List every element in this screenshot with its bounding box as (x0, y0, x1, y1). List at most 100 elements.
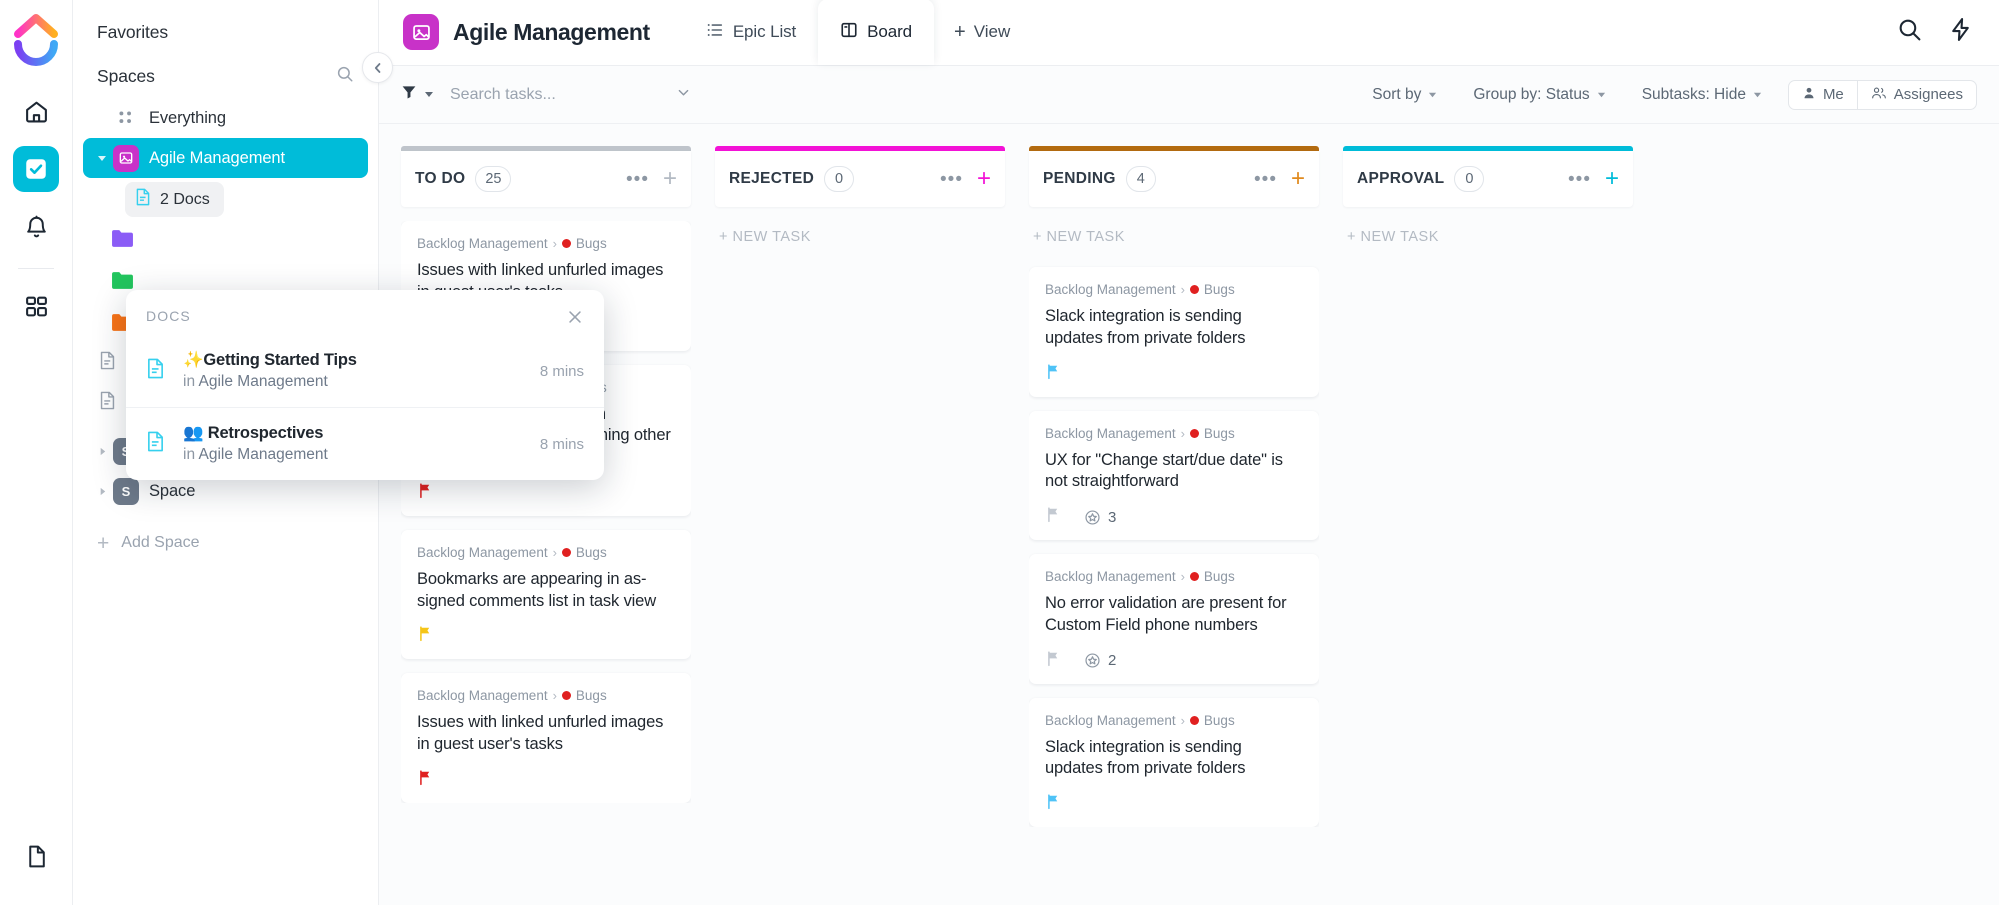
tab-epic-list[interactable]: Epic List (684, 0, 818, 65)
breadcrumb-parent[interactable]: Backlog Management (1045, 282, 1176, 297)
priority-flag-icon[interactable] (417, 769, 434, 791)
rail-item-notifications[interactable] (13, 204, 59, 250)
docs-popup-item-location-prefix: in (183, 373, 195, 390)
breadcrumb-parent[interactable]: Backlog Management (1045, 569, 1176, 584)
breadcrumb-separator: › (1181, 569, 1185, 584)
priority-flag-icon[interactable] (1045, 793, 1062, 815)
sidebar-item-everything[interactable]: Everything (83, 98, 368, 138)
add-space-button[interactable]: + Add Space (73, 521, 378, 565)
column-more-icon[interactable]: ••• (1254, 170, 1277, 189)
folder-purple-icon (111, 229, 134, 248)
priority-flag-icon[interactable] (1045, 363, 1062, 385)
clickup-logo[interactable] (13, 14, 59, 66)
task-title: No error validation are present for Cust… (1045, 593, 1303, 637)
rail-item-dashboards[interactable] (13, 283, 59, 329)
sort-by-button[interactable]: Sort by (1354, 86, 1455, 104)
docs-popup-item[interactable]: 👥 Retrospectivesin Agile Management8 min… (126, 407, 604, 480)
card-meta (1045, 365, 1303, 383)
task-card[interactable]: Backlog Management›BugsIssues with linke… (401, 673, 691, 803)
column-more-icon[interactable]: ••• (626, 170, 649, 189)
board-column: PENDING4•••++ NEW TASKBacklog Management… (1029, 146, 1319, 905)
add-task-icon[interactable]: + (1605, 167, 1619, 191)
new-task-button[interactable]: + NEW TASK (1029, 221, 1319, 253)
sidebar-favorites-header[interactable]: Favorites (73, 10, 378, 54)
breadcrumb-child[interactable]: Bugs (1204, 426, 1235, 441)
add-task-icon[interactable]: + (1291, 167, 1305, 191)
docs-popup-item[interactable]: ✨Getting Started Tipsin Agile Management… (126, 335, 604, 407)
column-header: PENDING4•••+ (1029, 151, 1319, 207)
subtasks-button[interactable]: Subtasks: Hide (1624, 86, 1780, 104)
chevron-down-icon[interactable] (676, 85, 691, 105)
sidebar-item-label: Agile Management (149, 149, 285, 168)
breadcrumb: Backlog Management›Bugs (417, 688, 675, 703)
card-meta: 3 (1045, 508, 1303, 526)
breadcrumb: Backlog Management›Bugs (417, 545, 675, 560)
space-expand-caret[interactable] (95, 487, 109, 496)
search-icon[interactable] (336, 65, 354, 88)
column-title: REJECTED (729, 170, 814, 188)
new-task-button[interactable]: + NEW TASK (715, 221, 1005, 253)
new-task-button[interactable]: + NEW TASK (1343, 221, 1633, 253)
assignees-filter-button[interactable]: Assignees (1857, 80, 1976, 110)
docs-popup-item-location: Agile Management (199, 446, 328, 463)
docs-chip-button[interactable]: 2 Docs (125, 182, 224, 217)
breadcrumb-child[interactable]: Bugs (1204, 282, 1235, 297)
task-card[interactable]: Backlog Management›BugsSlack integration… (1029, 698, 1319, 828)
priority-flag-icon[interactable] (417, 625, 434, 647)
task-card[interactable]: Backlog Management›BugsBookmarks are app… (401, 530, 691, 660)
subtasks-label: Subtasks: Hide (1642, 86, 1746, 104)
column-count: 4 (1126, 166, 1156, 192)
task-card[interactable]: Backlog Management › Bugs No error validati… (1029, 554, 1319, 684)
sidebar-item-agile-management[interactable]: Agile Management (83, 138, 368, 178)
sidebar-spaces-header[interactable]: Spaces (73, 54, 378, 98)
tab-board[interactable]: Board (818, 0, 934, 65)
breadcrumb-child[interactable]: Bugs (1204, 713, 1235, 728)
task-card[interactable]: Backlog Management›BugsSlack integration… (1029, 267, 1319, 397)
rail-bottom-group (0, 833, 73, 879)
breadcrumb-child[interactable]: Bugs (1204, 569, 1235, 584)
search-input[interactable]: Search tasks... (450, 86, 556, 104)
rail-item-tasks[interactable] (13, 146, 59, 192)
lightning-bolt-icon[interactable] (1948, 17, 1973, 47)
docs-popup: DOCS ✨Getting Started Tipsin Agile Manag… (126, 290, 604, 480)
breadcrumb-child[interactable]: Bugs (576, 688, 607, 703)
me-filter-button[interactable]: Me (1789, 80, 1857, 110)
search-icon[interactable] (1897, 17, 1922, 47)
add-view-button[interactable]: + View (934, 0, 1030, 65)
breadcrumb-child[interactable]: Bugs (576, 236, 607, 251)
chevron-down-icon (424, 86, 434, 104)
priority-flag-icon[interactable] (1045, 650, 1062, 672)
breadcrumb-parent[interactable]: Backlog Management (417, 236, 548, 251)
subtask-count-value: 3 (1108, 509, 1116, 526)
priority-flag-icon[interactable] (417, 482, 434, 504)
rail-item-docs[interactable] (14, 833, 60, 879)
subtask-count[interactable]: 2 (1084, 652, 1116, 669)
close-icon[interactable] (566, 308, 584, 331)
sidebar-folder-purple[interactable] (83, 217, 368, 259)
docs-popup-item-title: ✨Getting Started Tips (183, 351, 524, 370)
subtask-count-value: 2 (1108, 652, 1116, 669)
column-more-icon[interactable]: ••• (1568, 170, 1591, 189)
collapse-sidebar-button[interactable] (362, 52, 393, 83)
space-expand-caret[interactable] (95, 447, 109, 456)
breadcrumb-parent[interactable]: Backlog Management (1045, 426, 1176, 441)
add-task-icon[interactable]: + (663, 167, 677, 191)
breadcrumb-parent[interactable]: Backlog Management (1045, 713, 1176, 728)
column-actions: ••• + (1254, 167, 1305, 191)
subtask-count[interactable]: 3 (1084, 509, 1116, 526)
breadcrumb-parent[interactable]: Backlog Management (417, 688, 548, 703)
priority-flag-icon[interactable] (1045, 506, 1062, 528)
task-card[interactable]: Backlog Management›BugsUX for "Change st… (1029, 411, 1319, 541)
page-title: Agile Management (453, 19, 650, 46)
filter-button[interactable] (401, 84, 434, 105)
rail-item-home[interactable] (13, 88, 59, 134)
column-actions: ••• + (626, 167, 677, 191)
space-expand-caret[interactable] (95, 153, 109, 163)
column-more-icon[interactable]: ••• (940, 170, 963, 189)
breadcrumb-parent[interactable]: Backlog Management (417, 545, 548, 560)
tab-label: Epic List (733, 22, 796, 42)
add-task-icon[interactable]: + (977, 167, 991, 191)
breadcrumb-child[interactable]: Bugs (576, 545, 607, 560)
group-by-button[interactable]: Group by: Status (1455, 86, 1623, 104)
plus-icon: + (97, 533, 109, 554)
